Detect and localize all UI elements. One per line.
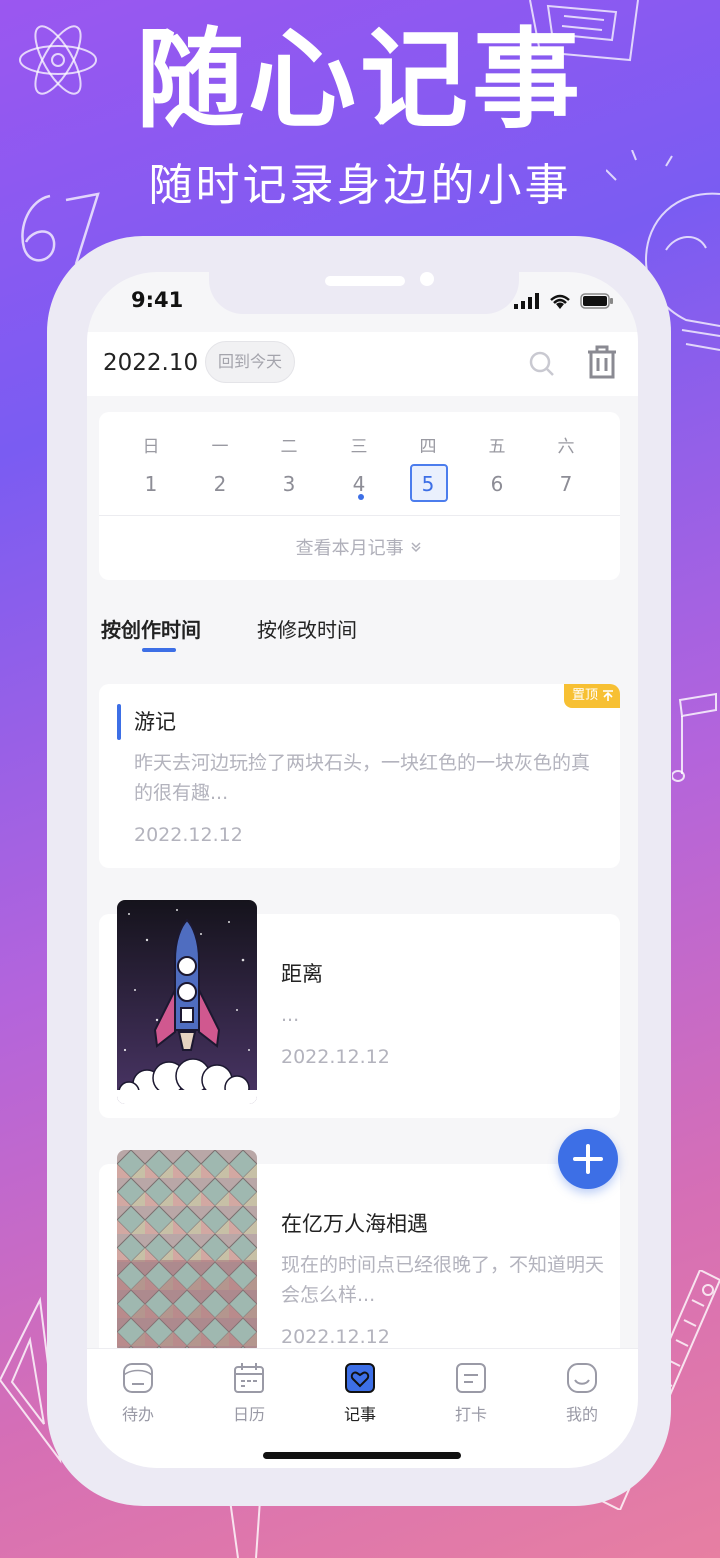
- calendar-day[interactable]: 2: [190, 466, 250, 502]
- status-icons: [514, 292, 614, 310]
- calendar-icon: [234, 1363, 264, 1393]
- checkin-icon: [456, 1363, 486, 1393]
- note-title: 距离: [281, 962, 323, 986]
- note-excerpt: 现在的时间点已经很晚了，不知道明天会怎么样...: [281, 1254, 605, 1306]
- calendar-day[interactable]: 6: [467, 466, 527, 502]
- tab-checkin[interactable]: 打卡: [431, 1361, 511, 1425]
- note-thumbnail-rocket: [117, 900, 257, 1104]
- calendar-day-selected[interactable]: 5: [398, 466, 458, 502]
- calendar-day[interactable]: 3: [259, 466, 319, 502]
- note-date: 2022.12.12: [281, 1326, 390, 1348]
- bottom-tab-bar: 待办 日历 记事 打卡 我的: [87, 1348, 638, 1468]
- todo-icon: [123, 1363, 153, 1393]
- note-title: 在亿万人海相遇: [281, 1212, 428, 1236]
- music-note-doodle-icon: [672, 692, 717, 782]
- back-to-today-button[interactable]: 回到今天: [205, 341, 296, 383]
- pinned-badge-label: 置顶: [571, 688, 598, 703]
- week-calendar: 日 一 二 三 四 五 六 1 2 3 4 5 6 7 查看本月记事: [99, 412, 620, 580]
- speaker-grille: [325, 276, 405, 286]
- tab-profile[interactable]: 我的: [542, 1361, 622, 1425]
- note-date: 2022.12.12: [134, 824, 243, 846]
- current-month: 2022.10: [103, 350, 199, 376]
- view-month-notes-label: 查看本月记事: [295, 538, 404, 559]
- chevron-down-double-icon: [411, 542, 421, 553]
- note-excerpt: 昨天去河边玩捡了两块石头，一块红色的一块灰色的真的很有趣...: [134, 752, 591, 804]
- note-date: 2022.12.12: [281, 1046, 390, 1068]
- search-icon[interactable]: [528, 350, 556, 378]
- calendar-day[interactable]: 4: [329, 466, 389, 502]
- profile-icon: [567, 1363, 597, 1393]
- calendar-day[interactable]: 1: [121, 466, 181, 502]
- phone-screen: 9:41 2022.10 回到今天 日 一 二 三 四 五 六 1 2 3 4 …: [87, 272, 638, 1468]
- signal-icon: [514, 293, 539, 309]
- wifi-icon: [550, 294, 570, 309]
- status-time: 9:41: [131, 288, 184, 312]
- weekday-sun: 日: [142, 437, 160, 457]
- tab-profile-label: 我的: [565, 1405, 598, 1424]
- tab-calendar-label: 日历: [232, 1405, 265, 1424]
- tab-todo[interactable]: 待办: [98, 1361, 178, 1425]
- tab-sort-by-created[interactable]: 按创作时间: [101, 614, 201, 643]
- active-tab-indicator: [142, 648, 176, 652]
- tab-checkin-label: 打卡: [454, 1405, 487, 1424]
- tab-calendar[interactable]: 日历: [209, 1361, 289, 1425]
- note-thumbnail-scales: [117, 1150, 257, 1354]
- note-card[interactable]: 置顶 游记 昨天去河边玩捡了两块石头，一块红色的一块灰色的真的很有趣... 20…: [99, 684, 620, 868]
- app-header: 2022.10 回到今天: [87, 332, 638, 396]
- flask-doodle-icon: [229, 1500, 261, 1558]
- tab-todo-label: 待办: [121, 1405, 154, 1424]
- phone-notch: [209, 272, 519, 314]
- tab-notes-label: 记事: [343, 1405, 376, 1424]
- calendar-divider: [99, 515, 620, 516]
- weekday-wed: 三: [350, 437, 368, 457]
- weekday-sat: 六: [557, 437, 575, 457]
- battery-icon: [580, 293, 613, 309]
- view-month-notes-link[interactable]: 查看本月记事: [99, 534, 620, 560]
- pin-top-icon: [603, 690, 613, 701]
- weekday-tue: 二: [280, 437, 298, 457]
- note-excerpt: ...: [281, 1004, 300, 1026]
- trash-icon[interactable]: [586, 344, 618, 380]
- weekday-fri: 五: [488, 437, 506, 457]
- tab-notes[interactable]: 记事: [320, 1361, 400, 1425]
- poster-subtitle: 随时记录身边的小事: [148, 160, 572, 211]
- plus-icon: [573, 1144, 603, 1174]
- note-accent-bar: [117, 704, 121, 740]
- add-note-button[interactable]: [558, 1129, 618, 1189]
- tab-sort-by-modified[interactable]: 按修改时间: [257, 614, 357, 643]
- calendar-day[interactable]: 7: [536, 466, 596, 502]
- weekday-mon: 一: [211, 437, 229, 457]
- poster-title: 随心记事: [135, 18, 584, 143]
- note-title: 游记: [134, 710, 176, 734]
- notes-icon: [345, 1363, 375, 1393]
- home-indicator: [263, 1452, 461, 1459]
- front-camera: [420, 272, 434, 286]
- pinned-badge: 置顶: [563, 684, 620, 708]
- weekday-thu: 四: [419, 437, 437, 457]
